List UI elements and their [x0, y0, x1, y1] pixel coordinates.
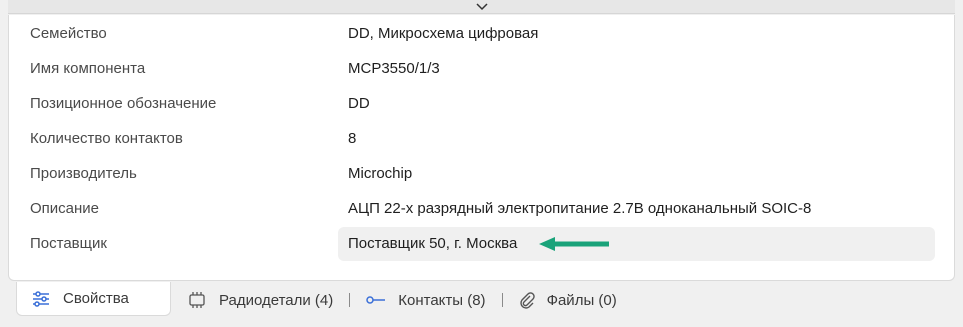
property-value[interactable]: DD, Микросхема цифровая: [348, 25, 538, 42]
bottom-tabs: Свойства Радиодетали (4) Контакты (8) Фа…: [16, 282, 916, 317]
property-row-component-name: Имя компонента MCP3550/1/3: [9, 51, 954, 86]
property-label: Семейство: [30, 25, 107, 42]
property-value[interactable]: Поставщик 50, г. Москва: [348, 235, 517, 252]
property-label: Имя компонента: [30, 60, 146, 77]
property-value[interactable]: MCP3550/1/3: [348, 60, 440, 77]
tab-divider: [349, 293, 351, 307]
property-row-designator: Позиционное обозначение DD: [9, 86, 954, 121]
tab-files[interactable]: Файлы (0): [519, 283, 617, 317]
paperclip-icon: [519, 291, 535, 309]
tab-label: Радиодетали (4): [219, 291, 334, 309]
property-label: Поставщик: [30, 235, 107, 252]
tab-label: Файлы (0): [546, 291, 617, 309]
property-label: Позиционное обозначение: [30, 95, 217, 112]
tab-label: Контакты (8): [398, 291, 486, 309]
tab-contacts[interactable]: Контакты (8): [366, 283, 486, 317]
sliders-icon: [31, 289, 51, 309]
property-row-manufacturer: Производитель Microchip: [9, 156, 954, 191]
property-value[interactable]: 8: [348, 130, 356, 147]
collapse-bar[interactable]: [8, 0, 955, 14]
tab-label: Свойства: [63, 290, 129, 307]
property-label: Производитель: [30, 165, 137, 182]
chip-icon: [187, 291, 207, 309]
tab-parts[interactable]: Радиодетали (4): [187, 283, 333, 317]
property-label: Описание: [30, 200, 100, 217]
tab-properties[interactable]: Свойства: [16, 282, 171, 316]
property-label: Количество контактов: [30, 130, 183, 147]
property-row-supplier: Поставщик Поставщик 50, г. Москва: [9, 226, 954, 261]
pin-icon: [366, 294, 386, 306]
property-value[interactable]: DD: [348, 95, 370, 112]
property-row-description: Описание АЦП 22-х разрядный электропитан…: [9, 191, 954, 226]
property-value[interactable]: АЦП 22-х разрядный электропитание 2.7В о…: [348, 200, 811, 217]
property-row-pin-count: Количество контактов 8: [9, 121, 954, 156]
tab-divider: [501, 293, 503, 307]
property-value[interactable]: Microchip: [348, 165, 412, 182]
property-row-family: Семейство DD, Микросхема цифровая: [9, 16, 954, 51]
arrow-left-icon: [539, 235, 611, 257]
properties-panel: Семейство DD, Микросхема цифровая Имя ко…: [8, 15, 955, 281]
